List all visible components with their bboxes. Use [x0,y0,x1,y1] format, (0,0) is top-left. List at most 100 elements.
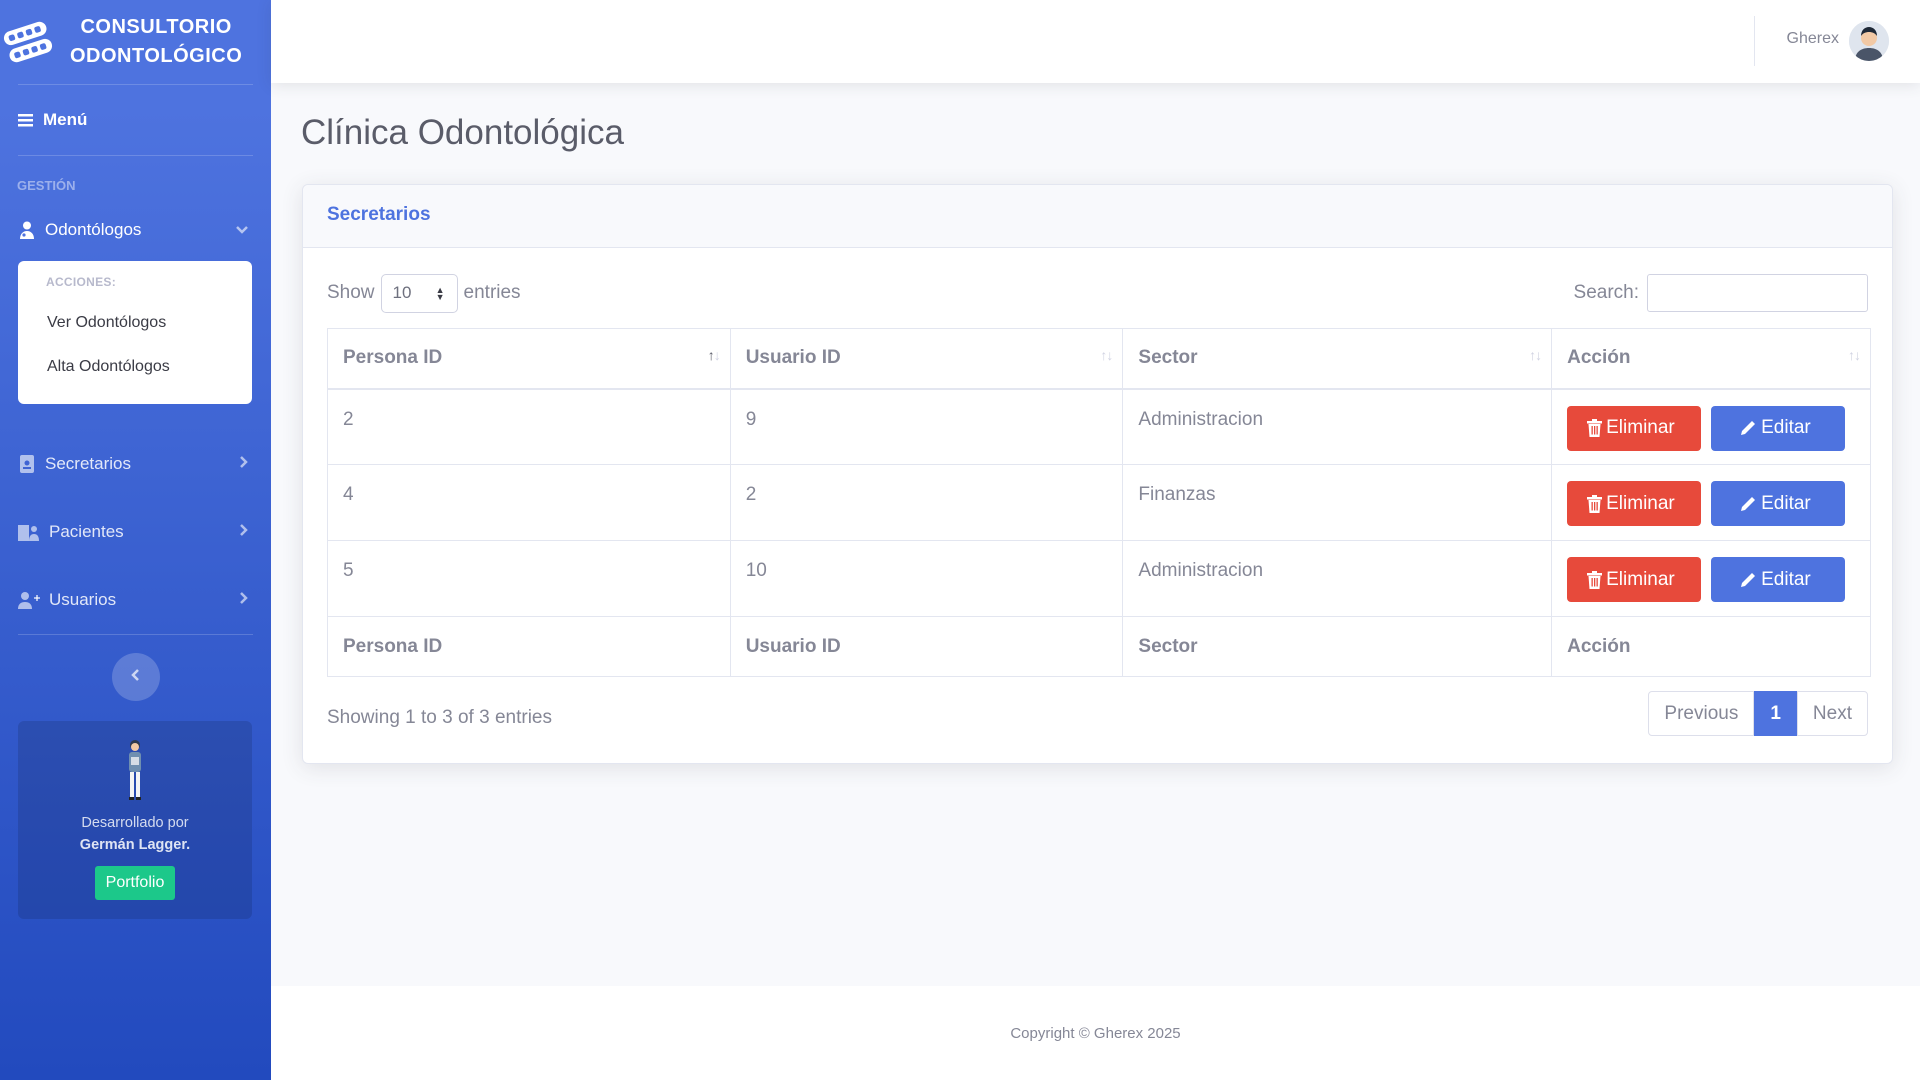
copyright-text: Copyright © Gherex 2025 [1010,1025,1181,1042]
chevron-down-icon [235,220,249,240]
avatar[interactable] [1849,21,1889,61]
footer-accion: Acción [1551,616,1871,677]
sidebar-divider [18,634,253,635]
sidebar-item-label: Odontólogos [45,220,142,239]
sidebar-item-label: Pacientes [49,522,124,541]
trash-icon [1587,494,1603,513]
column-label: Usuario ID [745,347,841,369]
column-header-usuario-id[interactable]: Usuario ID ↑↓ [729,328,1124,390]
topbar-divider [1754,16,1755,66]
table-row: 4 2 Finanzas Eliminar Editar [327,464,1871,541]
entries-label: entries [463,282,521,303]
edit-label: Editar [1761,568,1811,590]
sidebar-item-label: Secretarios [45,454,131,473]
sidebar-heading: GESTIÓN [17,178,76,193]
cell-usuario-id: 2 [729,464,1124,541]
select-arrows-icon: ▲ ▼ [435,284,445,302]
developer-name: Germán Lagger. [79,837,191,853]
search-box: Search: [1574,274,1868,312]
table-header-row: Persona ID ↑↓ Usuario ID ↑↓ Sector ↑↓ Acció… [327,328,1871,390]
topbar: Gherex [271,0,1920,83]
next-button[interactable]: Next [1796,691,1868,736]
brand-line-1: CONSULTORIO [80,16,232,38]
portfolio-button[interactable]: Portfolio [94,866,176,900]
cell-sector: Finanzas [1122,464,1553,541]
footer-sector: Sector [1122,616,1553,677]
chevron-left-icon [130,668,141,687]
cell-persona-id: 5 [327,540,731,617]
sidebar-item-pacientes[interactable]: Pacientes [0,498,271,566]
footer-persona-id: Persona ID [327,616,731,677]
brand-line-2: ODONTOLÓGICO [70,45,243,67]
delete-label: Eliminar [1606,417,1675,438]
sort-icon: ↑↓ [707,347,721,363]
sidebar-menu-toggle[interactable]: Menú [0,85,271,155]
previous-button[interactable]: Previous [1648,691,1755,736]
submenu-item-alta-odontologos[interactable]: Alta Odontólogos [18,345,252,389]
odontologos-submenu: ACCIONES: Ver Odontólogos Alta Odontólog… [18,261,252,404]
chevron-right-icon [239,454,249,474]
edit-label: Editar [1761,492,1811,514]
pencil-icon [1739,419,1757,437]
footer: Copyright © Gherex 2025 [271,986,1920,1080]
table-footer-row: Persona ID Usuario ID Sector Acción [327,616,1871,677]
secretarios-table: Persona ID ↑↓ Usuario ID ↑↓ Sector ↑↓ Acció… [327,328,1871,677]
search-input[interactable] [1647,274,1868,312]
sidebar-item-usuarios[interactable]: Usuarios [0,566,271,634]
brand-name: CONSULTORIO ODONTOLÓGICO [70,13,242,71]
developer-card: Desarrollado por Germán Lagger. Portfoli… [18,721,252,919]
sidebar-item-secretarios[interactable]: Secretarios [0,430,271,498]
edit-label: Editar [1761,417,1811,438]
developer-text: Desarrollado por Germán Lagger. [18,812,252,856]
submenu-item-ver-odontologos[interactable]: Ver Odontólogos [18,301,252,345]
teeth-icon [2,18,54,66]
footer-usuario-id: Usuario ID [729,616,1124,677]
cell-sector: Administracion [1122,388,1553,465]
edit-button[interactable]: Editar [1711,481,1846,526]
page-title: Clínica Odontológica [301,113,624,152]
user-doctor-icon [18,221,36,239]
edit-button[interactable]: Editar [1711,557,1846,602]
cell-sector: Administracion [1122,540,1553,617]
cell-usuario-id: 10 [729,540,1124,617]
column-header-persona-id[interactable]: Persona ID ↑↓ [327,328,731,390]
column-header-accion[interactable]: Acción ↑↓ [1551,328,1871,390]
cell-accion: Eliminar Editar [1551,464,1871,541]
entries-length: Show 10 ▲ ▼ entries [327,273,521,313]
pencil-icon [1739,495,1757,513]
column-label: Acción [1567,347,1631,369]
sidebar: CONSULTORIO ODONTOLÓGICO Menú GESTIÓN Od… [0,0,271,1080]
brand[interactable]: CONSULTORIO ODONTOLÓGICO [0,0,271,84]
search-label: Search: [1573,282,1639,303]
sidebar-item-label: Usuarios [49,590,117,609]
entries-select[interactable]: 10 ▲ ▼ [380,273,458,313]
secretarios-card: Secretarios Show 10 ▲ ▼ entries Search: P… [302,184,1893,764]
sidebar-item-odontologos[interactable]: Odontólogos [0,204,271,256]
developer-label: Desarrollado por [81,815,189,831]
sidebar-collapse-button[interactable] [111,653,160,701]
chevron-right-icon [239,590,249,610]
user-plus-icon [18,591,40,609]
cell-accion: Eliminar Editar [1551,388,1871,465]
delete-label: Eliminar [1606,492,1675,514]
entries-value: 10 [392,283,412,302]
delete-button[interactable]: Eliminar [1567,481,1702,526]
delete-button[interactable]: Eliminar [1567,557,1702,602]
column-header-sector[interactable]: Sector ↑↓ [1122,328,1553,390]
cell-persona-id: 4 [327,464,731,541]
page-1-button[interactable]: 1 [1754,691,1797,736]
user-name[interactable]: Gherex [1787,30,1839,48]
delete-label: Eliminar [1606,568,1675,590]
card-title: Secretarios [327,204,431,225]
show-label: Show [327,282,375,303]
delete-button[interactable]: Eliminar [1567,405,1702,451]
cell-persona-id: 2 [327,388,731,465]
developer-illustration [121,739,149,801]
table-info: Showing 1 to 3 of 3 entries [327,707,552,728]
trash-icon [1587,570,1603,589]
cell-usuario-id: 9 [729,388,1124,465]
edit-button[interactable]: Editar [1711,405,1846,451]
column-label: Persona ID [343,347,443,369]
column-label: Sector [1138,347,1198,369]
table-row: 2 9 Administracion Eliminar Editar [327,388,1871,465]
